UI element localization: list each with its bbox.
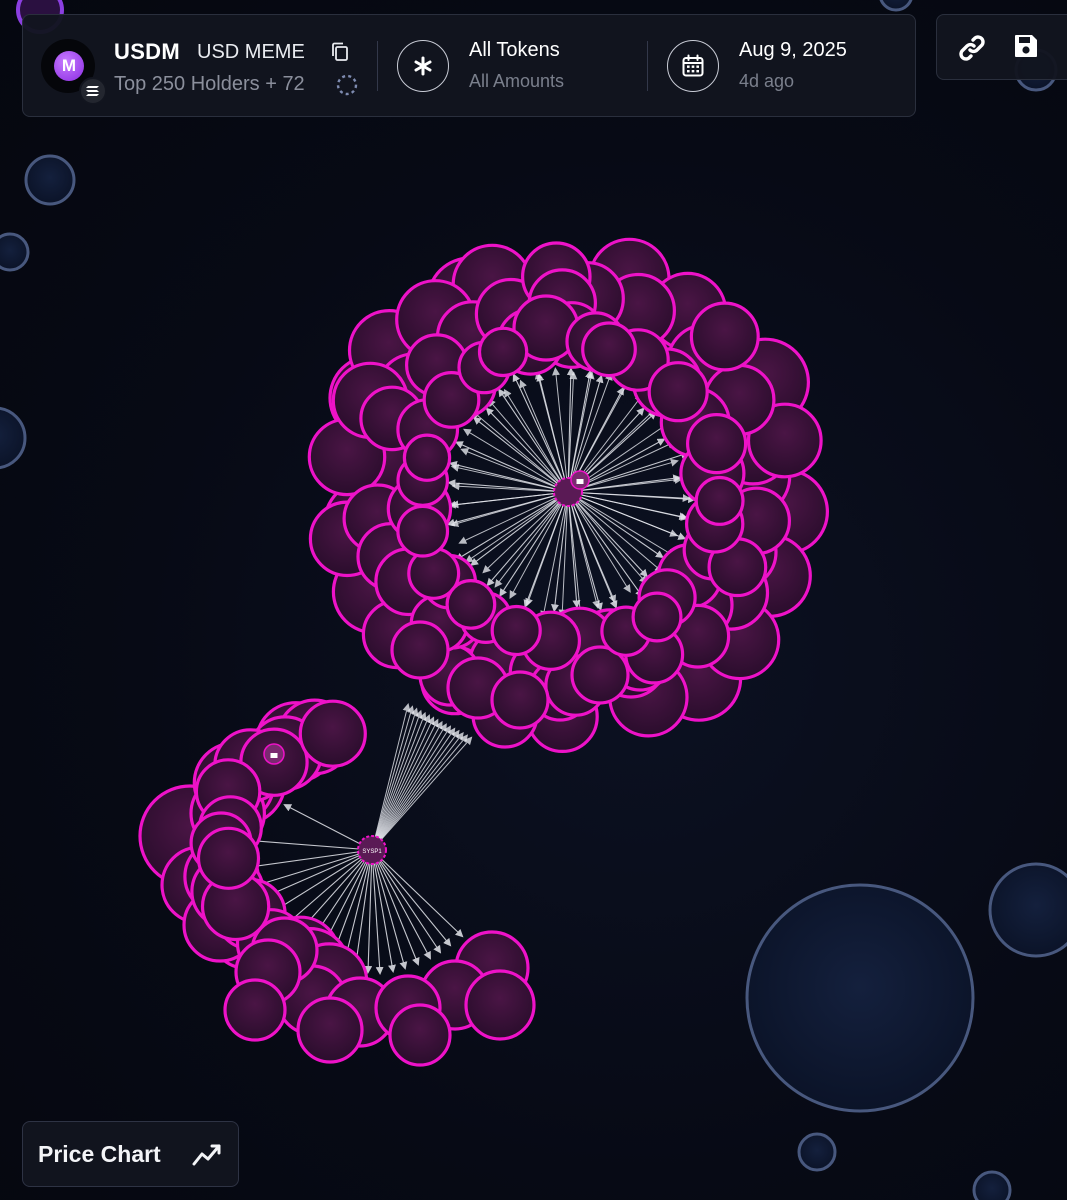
transfer-arrow <box>371 736 473 851</box>
transfer-arrow <box>371 716 435 851</box>
transfer-arrow <box>371 707 419 851</box>
holder-bubble[interactable] <box>445 579 497 630</box>
solana-icon <box>79 77 107 105</box>
holder-bubble[interactable] <box>745 883 975 1113</box>
transfer-arrow <box>552 367 569 493</box>
holder-bubble[interactable] <box>581 321 637 378</box>
copy-icon[interactable] <box>331 42 349 67</box>
holder-bubble[interactable] <box>689 301 760 372</box>
token-info-panel: M USDM USD MEME Top 250 Holders + 72 All… <box>22 14 916 117</box>
transfer-arrow <box>450 463 569 493</box>
transfer-arrow <box>567 491 691 503</box>
transfer-arrow <box>512 373 569 493</box>
transfer-arrow <box>371 732 464 851</box>
holder-bubble[interactable] <box>196 826 261 890</box>
transfer-arrow <box>371 711 427 851</box>
price-chart-label: Price Chart <box>38 1141 161 1167</box>
holder-bubble[interactable] <box>647 361 709 423</box>
transfer-arrow <box>241 836 373 851</box>
divider <box>647 41 648 91</box>
holder-bubble[interactable] <box>396 504 450 558</box>
lock-icon-body <box>576 479 584 484</box>
divider <box>377 41 378 91</box>
transfer-arrow <box>470 491 569 566</box>
transfer-arrow <box>371 849 442 954</box>
holder-bubble[interactable] <box>477 326 529 378</box>
tokens-filter-title[interactable]: All Tokens <box>469 39 560 62</box>
tokens-filter-button[interactable] <box>397 40 449 92</box>
transfer-arrow <box>371 720 443 851</box>
asterisk-icon <box>414 56 432 76</box>
token-name: USD MEME <box>197 41 305 63</box>
date-filter-title[interactable]: Aug 9, 2025 <box>739 39 847 62</box>
transfer-arrow <box>371 849 408 970</box>
transfer-arrow <box>371 727 456 851</box>
transfer-arrow <box>494 491 569 588</box>
holder-bubble[interactable] <box>797 1132 837 1172</box>
holder-bubble[interactable] <box>298 699 367 768</box>
trend-line-icon <box>192 1142 222 1173</box>
transfer-arrow <box>451 482 569 493</box>
holder-bubble[interactable] <box>24 154 76 206</box>
holder-bubble[interactable] <box>490 670 550 730</box>
price-chart-button[interactable]: Price Chart <box>22 1121 239 1187</box>
transfer-arrow <box>567 491 676 557</box>
token-logo-letter: M <box>54 51 84 81</box>
transfer-arrow <box>503 388 569 493</box>
transfer-arrow <box>371 725 452 851</box>
transfer-arrow <box>567 491 585 619</box>
tokens-filter-subtitle: All Amounts <box>469 71 565 91</box>
transfer-arrow <box>558 491 569 618</box>
holder-bubble[interactable] <box>223 978 287 1042</box>
transfer-arrow <box>371 849 420 966</box>
holder-bubble[interactable] <box>631 591 683 643</box>
holder-bubble[interactable] <box>685 413 748 475</box>
transfer-arrow <box>371 718 439 851</box>
transfer-arrow <box>371 849 464 938</box>
transfer-arrow <box>371 849 384 975</box>
date-filter-subtitle: 4d ago <box>739 71 795 91</box>
transfer-arrow <box>454 491 569 561</box>
transfer-arrow <box>371 705 415 851</box>
transfer-arrow <box>567 491 663 573</box>
transfer-arrow <box>371 849 452 947</box>
holders-count: Top 250 Holders + 72 <box>114 73 305 95</box>
holder-bubble[interactable] <box>490 604 542 657</box>
holder-bubble[interactable] <box>0 406 27 470</box>
holder-bubble[interactable] <box>388 1003 452 1067</box>
transfer-arrow <box>364 849 373 974</box>
bubble-map-canvas[interactable]: SYSP1 <box>0 0 1067 1200</box>
calendar-icon <box>682 54 704 77</box>
holder-bubble[interactable] <box>390 620 450 680</box>
transfer-arrow <box>567 491 631 593</box>
transfer-arrow <box>509 491 569 599</box>
transfer-arrow <box>371 849 396 973</box>
holder-bubble[interactable] <box>879 0 913 12</box>
holder-bubble[interactable] <box>972 1170 1012 1200</box>
transfer-arrow <box>371 849 431 960</box>
link-icon[interactable] <box>957 33 987 68</box>
lock-icon-body <box>270 753 278 758</box>
hub-label: SYSP1 <box>362 849 382 855</box>
holder-bubble[interactable] <box>0 232 30 272</box>
holder-bubble[interactable] <box>464 969 536 1041</box>
holder-bubble[interactable] <box>694 475 745 526</box>
date-filter-button[interactable] <box>667 40 719 92</box>
loading-spinner-icon <box>336 74 358 101</box>
holder-bubble[interactable] <box>988 862 1067 958</box>
save-icon[interactable] <box>1013 33 1039 64</box>
holder-bubble[interactable] <box>402 433 452 482</box>
holder-bubble[interactable] <box>296 996 364 1064</box>
token-symbol: USDM <box>114 39 180 64</box>
actions-panel <box>936 14 1067 80</box>
